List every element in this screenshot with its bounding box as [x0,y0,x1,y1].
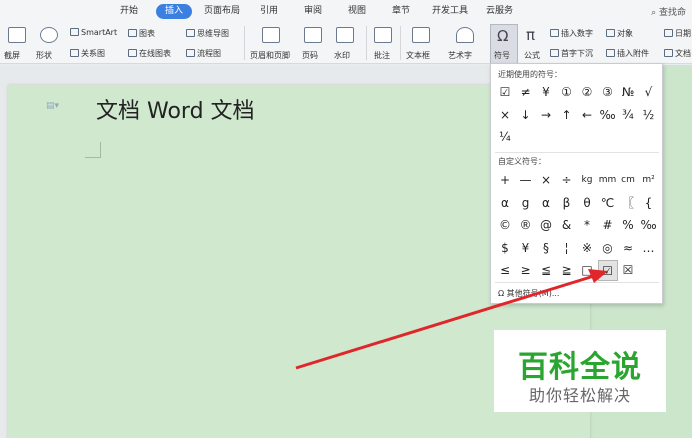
annotation-arrow [295,269,608,370]
arrow-shaft [295,274,595,370]
arrow-head [588,269,608,283]
